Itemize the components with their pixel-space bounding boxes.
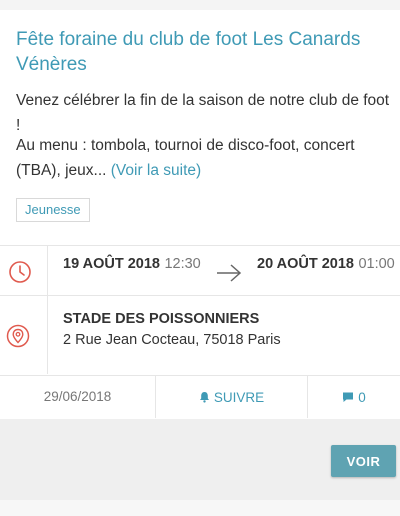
follow-label: SUIVRE (213, 389, 265, 405)
voir-button[interactable]: VOIR (331, 445, 396, 477)
category-tag[interactable]: Jeunesse (16, 198, 90, 222)
read-more-link[interactable]: (Voir la suite) (111, 162, 201, 179)
published-date: 29/06/2018 (43, 389, 112, 404)
divider (0, 245, 400, 246)
venue-name[interactable]: STADE DES POISSONNIERS (63, 309, 259, 329)
next-card-edge (0, 500, 400, 516)
event-intro: Venez célébrer la fin de la saison de no… (16, 92, 390, 134)
venue-address[interactable]: 2 Rue Jean Cocteau, 75018 Paris (63, 330, 281, 350)
top-spacer (0, 0, 400, 10)
comment-icon (343, 392, 354, 402)
event-description: Au menu : tombola, tournoi de disco-foot… (16, 133, 396, 183)
divider (0, 295, 400, 296)
event-title[interactable]: Fête foraine du club de foot Les Canards… (16, 27, 386, 77)
arrow-right-icon (217, 264, 242, 282)
map-pin-icon (6, 324, 30, 348)
start-time: 12:30 (164, 256, 201, 272)
bell-icon (199, 392, 209, 403)
comments-count: 0 (358, 389, 366, 405)
comments-button[interactable]: 0 (308, 376, 400, 418)
follow-button[interactable]: SUIVRE (156, 376, 307, 418)
end-date: 20 AOÛT 2018 (257, 256, 354, 272)
clock-icon (9, 261, 31, 283)
divider (47, 246, 48, 295)
start-date: 19 AOÛT 2018 (63, 256, 160, 272)
end-datetime: 20 AOÛT 2018 01:00 (257, 254, 395, 274)
divider (47, 296, 48, 374)
start-datetime: 19 AOÛT 2018 12:30 (63, 254, 201, 274)
end-time: 01:00 (358, 256, 395, 272)
